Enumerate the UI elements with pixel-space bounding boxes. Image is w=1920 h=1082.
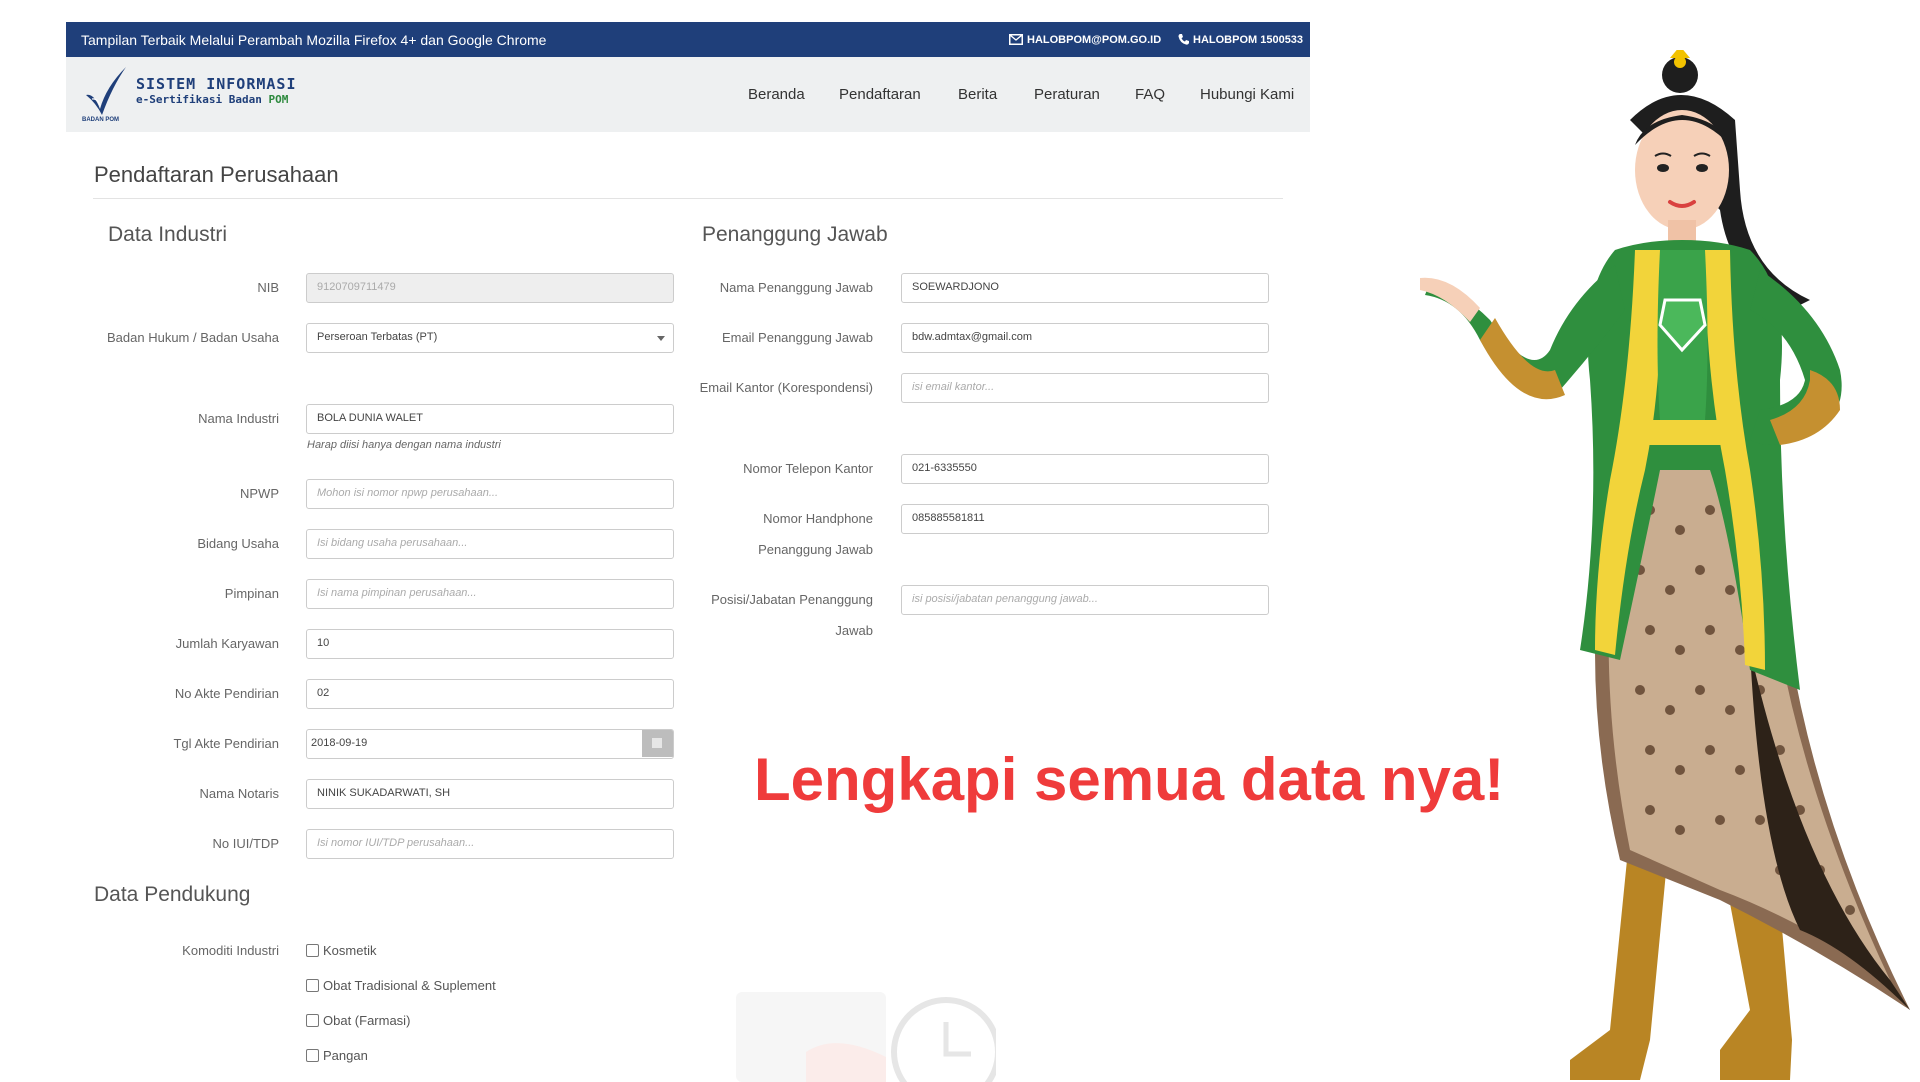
top-info-bar: Tampilan Terbaik Melalui Perambah Mozill… (66, 22, 1310, 57)
nib-label: NIB (257, 280, 279, 295)
nav-peraturan[interactable]: Peraturan (1034, 57, 1100, 132)
no-iui-input[interactable]: Isi nomor IUI/TDP perusahaan... (306, 829, 674, 859)
phone-icon (1178, 34, 1189, 45)
calendar-icon (652, 738, 662, 748)
badan-hukum-label: Badan Hukum / Badan Usaha (107, 330, 279, 345)
handphone-pj-input[interactable]: 085885581811 (901, 504, 1269, 534)
nav-faq[interactable]: FAQ (1135, 57, 1165, 132)
nav-berita[interactable]: Berita (958, 57, 997, 132)
checkbox-obat-tradisional[interactable]: Obat Tradisional & Suplement (306, 978, 496, 993)
no-akte-label: No Akte Pendirian (174, 686, 279, 701)
phone-contact-text: HALOBPOM 1500533 (1193, 33, 1304, 46)
checkbox-box[interactable] (306, 944, 319, 957)
badan-hukum-select[interactable]: Perseroan Terbatas (PT) (306, 323, 674, 353)
nama-notaris-label: Nama Notaris (199, 786, 279, 801)
email-pj-label: Email Penanggung Jawab (721, 330, 873, 345)
nama-industri-help: Harap diisi hanya dengan nama industri (307, 439, 501, 451)
tgl-akte-label: Tgl Akte Pendirian (173, 736, 279, 751)
tgl-akte-value: 2018-09-19 (311, 737, 368, 749)
posisi-pj-input[interactable]: isi posisi/jabatan penanggung jawab... (901, 585, 1269, 615)
email-contact-text: HALOBPOM@POM.GO.ID (1027, 33, 1162, 46)
data-pendukung-heading: Data Pendukung (94, 883, 251, 906)
web-page-screenshot: Tampilan Terbaik Melalui Perambah Mozill… (66, 22, 1310, 1082)
email-kantor-input[interactable]: isi email kantor... (901, 373, 1269, 403)
checkbox-obat-farmasi[interactable]: Obat (Farmasi) (306, 1013, 410, 1028)
logo-title: SISTEM INFORMASI (136, 75, 297, 93)
pimpinan-label: Pimpinan (224, 586, 279, 601)
callout-text: Lengkapi semua data nya! (754, 746, 1505, 813)
pimpinan-input[interactable]: Isi nama pimpinan perusahaan... (306, 579, 674, 609)
nib-input[interactable]: 9120709711479 (306, 273, 674, 303)
checkbox-box[interactable] (306, 1049, 319, 1062)
nama-pj-label: Nama Penanggung Jawab (719, 280, 873, 295)
nav-hubungi-kami[interactable]: Hubungi Kami (1200, 57, 1294, 132)
faded-clock-illustration (736, 992, 996, 1082)
checkbox-box[interactable] (306, 979, 319, 992)
npwp-label: NPWP (240, 486, 279, 501)
checkbox-pangan[interactable]: Pangan (306, 1048, 368, 1063)
logo-subtitle: e-Sertifikasi Badan POM (136, 93, 289, 106)
logo-small-text: BADAN POM (82, 117, 119, 123)
checkbox-label: Obat Tradisional & Suplement (323, 978, 496, 993)
checkbox-label: Obat (Farmasi) (323, 1013, 411, 1028)
title-divider (93, 198, 1283, 199)
page-title: Pendaftaran Perusahaan (94, 162, 339, 187)
bidang-usaha-label: Bidang Usaha (197, 536, 279, 551)
telepon-kantor-input[interactable]: 021-6335550 (901, 454, 1269, 484)
nav-pendaftaran[interactable]: Pendaftaran (839, 57, 921, 132)
browser-recommendation-text: Tampilan Terbaik Melalui Perambah Mozill… (81, 31, 547, 48)
email-kantor-label: Email Kantor (Korespondensi) (699, 380, 873, 395)
checkbox-label: Pangan (323, 1048, 368, 1063)
nama-notaris-input[interactable]: NINIK SUKADARWATI, SH (306, 779, 674, 809)
email-pj-input[interactable]: bdw.admtax@gmail.com (901, 323, 1269, 353)
posisi-pj-label: Posisi/Jabatan Penanggung Jawab (711, 592, 873, 638)
jumlah-karyawan-label: Jumlah Karyawan (175, 636, 279, 651)
phone-contact[interactable]: HALOBPOM 1500533 (1178, 22, 1303, 57)
no-iui-label: No IUI/TDP (212, 836, 279, 851)
email-contact[interactable]: HALOBPOM@POM.GO.ID (1009, 22, 1161, 57)
nama-pj-input[interactable]: SOEWARDJONO (901, 273, 1269, 303)
data-industri-heading: Data Industri (108, 223, 228, 246)
telepon-kantor-label: Nomor Telepon Kantor (743, 461, 873, 476)
bidang-usaha-input[interactable]: Isi bidang usaha perusahaan... (306, 529, 674, 559)
mascot-woman-illustration (1420, 50, 1910, 1080)
nav-beranda[interactable]: Beranda (748, 57, 805, 132)
npwp-input[interactable]: Mohon isi nomor npwp perusahaan... (306, 479, 674, 509)
check-logo-icon (86, 67, 126, 115)
chevron-down-icon (657, 336, 665, 341)
calendar-button[interactable] (642, 730, 673, 757)
handphone-pj-label: Nomor Handphone Penanggung Jawab (758, 511, 873, 557)
mail-icon (1009, 34, 1023, 45)
checkbox-box[interactable] (306, 1014, 319, 1027)
nama-industri-input[interactable]: BOLA DUNIA WALET (306, 404, 674, 434)
no-akte-input[interactable]: 02 (306, 679, 674, 709)
site-logo[interactable]: SISTEM INFORMASI e-Sertifikasi Badan POM… (82, 65, 322, 125)
nama-industri-label: Nama Industri (198, 411, 279, 426)
tgl-akte-input[interactable]: 2018-09-19 (306, 729, 674, 759)
badan-hukum-selected: Perseroan Terbatas (PT) (317, 331, 438, 343)
komoditi-industri-label: Komoditi Industri (182, 943, 279, 958)
main-navbar: SISTEM INFORMASI e-Sertifikasi Badan POM… (66, 57, 1310, 132)
checkbox-kosmetik[interactable]: Kosmetik (306, 943, 376, 958)
penanggung-jawab-heading: Penanggung Jawab (702, 223, 888, 246)
jumlah-karyawan-input[interactable]: 10 (306, 629, 674, 659)
checkbox-label: Kosmetik (323, 943, 377, 958)
